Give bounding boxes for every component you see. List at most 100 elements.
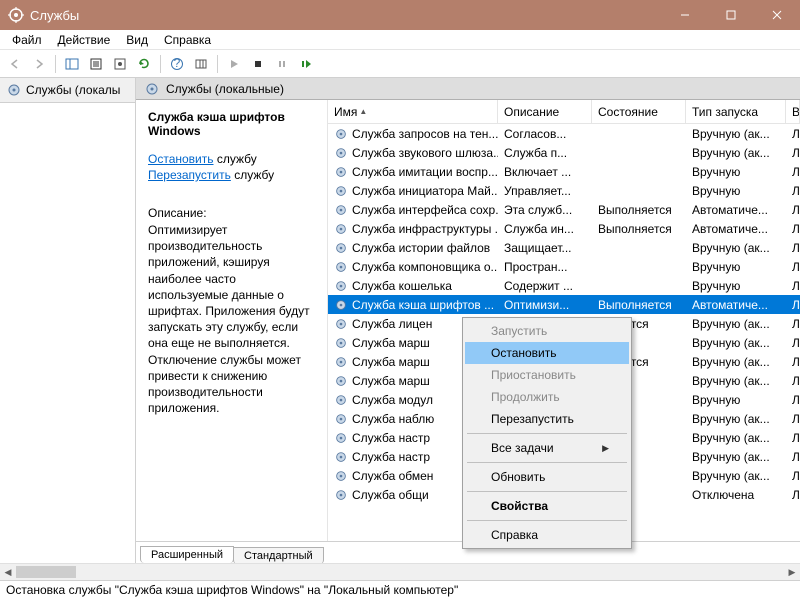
service-startup: Вручную (ак... [686,374,786,388]
col-state[interactable]: Состояние [592,100,686,123]
pause-service-button[interactable] [271,53,293,75]
table-row[interactable]: Служба имитации воспр...Включает ...Вруч… [328,162,800,181]
menu-help[interactable]: Справка [156,31,219,49]
separator [467,462,627,463]
service-name: Служба звукового шлюза... [352,146,498,160]
ctx-properties[interactable]: Свойства [465,495,629,517]
col-name[interactable]: Имя▲ [328,100,498,123]
tree-node-services[interactable]: Службы (локалы [0,78,135,103]
gear-icon [334,260,348,274]
service-startup: Вручную (ак... [686,317,786,331]
horizontal-scrollbar[interactable]: ◀ ▶ [0,563,800,580]
table-row[interactable]: Служба истории файловЗащищает...Вручную … [328,238,800,257]
content: Службы (локалы Службы (локальные) Служба… [0,78,800,563]
stop-line: Остановить службу [148,152,317,166]
service-startup: Вручную (ак... [686,355,786,369]
scroll-left-icon[interactable]: ◀ [0,564,16,580]
service-name: Служба кэша шрифтов ... [352,298,494,312]
table-row[interactable]: Служба интерфейса сохр...Эта служб...Вып… [328,200,800,219]
service-logon: Л [786,450,800,464]
refresh-button[interactable] [133,53,155,75]
service-logon: Л [786,165,800,179]
service-name: Служба инфраструктуры ... [352,222,498,236]
start-service-button[interactable] [223,53,245,75]
menu-view[interactable]: Вид [118,31,156,49]
scroll-right-icon[interactable]: ▶ [784,564,800,580]
ctx-help[interactable]: Справка [465,524,629,546]
service-startup: Отключена [686,488,786,502]
close-button[interactable] [754,0,800,30]
menu-action[interactable]: Действие [50,31,119,49]
status-bar: Остановка службы "Служба кэша шрифтов Wi… [0,580,800,598]
table-row[interactable]: Служба запросов на тен...Согласов...Вруч… [328,124,800,143]
table-row[interactable]: Служба инфраструктуры ...Служба ин...Вып… [328,219,800,238]
restart-service-button[interactable] [295,53,317,75]
columns-button[interactable] [190,53,212,75]
forward-button[interactable] [28,53,50,75]
service-startup: Вручную (ак... [686,431,786,445]
restart-line: Перезапустить службу [148,168,317,182]
minimize-button[interactable] [662,0,708,30]
service-logon: Л [786,146,800,160]
restart-link[interactable]: Перезапустить [148,168,231,182]
service-logon: Л [786,374,800,388]
ctx-restart[interactable]: Перезапустить [465,408,629,430]
status-text: Остановка службы "Служба кэша шрифтов Wi… [6,583,458,597]
col-logon[interactable]: В [786,100,800,123]
service-desc: Оптимизи... [498,298,592,312]
ctx-all-tasks[interactable]: Все задачи▶ [465,437,629,459]
service-name: Служба компоновщика о... [352,260,498,274]
service-startup: Вручную (ак... [686,412,786,426]
service-state: Выполняется [592,298,686,312]
selected-service-title: Служба кэша шрифтов Windows [148,110,317,138]
service-startup: Вручную [686,165,786,179]
service-startup: Автоматиче... [686,203,786,217]
description-label: Описание: [148,206,317,220]
service-logon: Л [786,241,800,255]
service-name: Служба наблю [352,412,434,426]
ctx-stop[interactable]: Остановить [465,342,629,364]
table-row[interactable]: Служба кэша шрифтов ... Оптимизи...Выполн… [328,295,800,314]
col-startup[interactable]: Тип запуска [686,100,786,123]
service-name: Служба запросов на тен... [352,127,498,141]
service-startup: Вручную (ак... [686,469,786,483]
service-startup: Вручную (ак... [686,450,786,464]
gear-icon [334,298,348,312]
gear-icon [144,81,160,97]
separator [467,520,627,521]
table-row[interactable]: Служба звукового шлюза...Служба п...Вруч… [328,143,800,162]
ctx-refresh[interactable]: Обновить [465,466,629,488]
service-name: Служба инициатора Май... [352,184,498,198]
list-header: Имя▲ Описание Состояние Тип запуска В [328,100,800,124]
table-row[interactable]: Служба инициатора Май...Управляет...Вруч… [328,181,800,200]
toolbar: ? [0,50,800,78]
gear-icon [334,355,348,369]
maximize-button[interactable] [708,0,754,30]
properties-button[interactable] [109,53,131,75]
back-button[interactable] [4,53,26,75]
service-startup: Вручную [686,279,786,293]
table-row[interactable]: Служба кошелькаСодержит ...ВручнуюЛ [328,276,800,295]
stop-link[interactable]: Остановить [148,152,214,166]
window-title: Службы [30,8,662,23]
stop-service-button[interactable] [247,53,269,75]
pane-title: Службы (локальные) [166,82,284,96]
menu-file[interactable]: Файл [4,31,50,49]
ctx-start[interactable]: Запустить [465,320,629,342]
service-desc: Содержит ... [498,279,592,293]
tree-node-label: Службы (локалы [26,83,120,97]
ctx-continue[interactable]: Продолжить [465,386,629,408]
context-menu: Запустить Остановить Приостановить Продо… [462,317,632,549]
tab-standard[interactable]: Стандартный [233,547,324,564]
ctx-pause[interactable]: Приостановить [465,364,629,386]
help-button[interactable]: ? [166,53,188,75]
service-startup: Вручную [686,393,786,407]
table-row[interactable]: Служба компоновщика о...Простран...Вручн… [328,257,800,276]
export-list-button[interactable] [85,53,107,75]
gear-icon [334,431,348,445]
col-description[interactable]: Описание [498,100,592,123]
pane-header: Службы (локальные) [136,78,800,100]
tab-extended[interactable]: Расширенный [140,546,234,563]
show-hide-tree-button[interactable] [61,53,83,75]
scroll-thumb[interactable] [16,566,76,578]
